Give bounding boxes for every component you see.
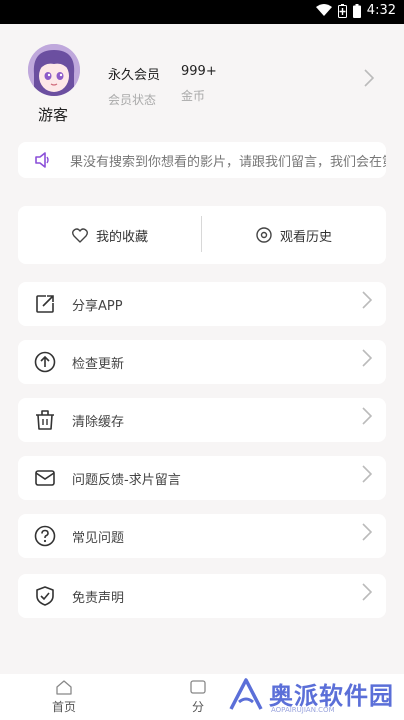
- shield-icon: [34, 585, 56, 607]
- notice-bar[interactable]: 果没有搜索到你想看的影片，请跟我们留言，我们会在第: [18, 142, 386, 178]
- menu-item-label: 常见问题: [72, 531, 125, 546]
- watermark-subtext: AOPAIRUJIAN.COM: [271, 706, 335, 714]
- home-icon: [56, 680, 72, 695]
- avatar[interactable]: [28, 44, 80, 96]
- favorites-button[interactable]: 我的收藏: [18, 206, 202, 264]
- membership-value: 永久会员: [108, 68, 161, 83]
- watermark: 奥派软件园 AOPAIRUJIAN.COM: [229, 676, 394, 714]
- history-button[interactable]: 观看历史: [202, 206, 386, 264]
- tab-category-label: 分: [191, 700, 204, 714]
- menu-item-check-update[interactable]: 检查更新: [18, 340, 386, 384]
- help-icon: [34, 525, 56, 547]
- chevron-right-icon: [362, 464, 373, 488]
- tab-home[interactable]: 首页: [52, 680, 76, 715]
- history-label: 观看历史: [279, 229, 332, 245]
- coins-stat: 999+ 金币: [181, 64, 217, 104]
- chevron-right-icon[interactable]: [364, 68, 375, 92]
- menu-item-feedback[interactable]: 问题反馈-求片留言: [18, 456, 386, 500]
- wifi-icon: [315, 4, 332, 16]
- menu-item-disclaimer[interactable]: 免责声明: [18, 574, 386, 618]
- trash-icon: [34, 409, 56, 431]
- speaker-icon: [34, 151, 52, 173]
- chevron-right-icon: [362, 582, 373, 606]
- menu-item-faq[interactable]: 常见问题: [18, 514, 386, 558]
- nickname: 游客: [38, 106, 69, 124]
- shortcut-panel: 我的收藏 观看历史: [18, 206, 386, 264]
- chevron-right-icon: [362, 290, 373, 314]
- history-icon: [256, 227, 272, 243]
- battery-saver-icon: [337, 3, 347, 18]
- menu-item-clear-cache[interactable]: 清除缓存: [18, 398, 386, 442]
- status-time: 4:32: [366, 3, 396, 18]
- menu-item-label: 问题反馈-求片留言: [72, 473, 181, 488]
- membership-stat: 永久会员 会员状态: [108, 64, 160, 108]
- chevron-right-icon: [362, 348, 373, 372]
- heart-icon: [72, 227, 88, 243]
- chevron-right-icon: [362, 522, 373, 546]
- profile-header[interactable]: 游客 永久会员 会员状态 999+ 金币: [0, 24, 404, 138]
- notice-text: 果没有搜索到你想看的影片，请跟我们留言，我们会在第: [70, 155, 386, 170]
- category-icon: [190, 680, 206, 694]
- menu-item-share[interactable]: 分享APP: [18, 282, 386, 326]
- tab-home-label: 首页: [52, 700, 77, 714]
- tab-category[interactable]: 分: [190, 680, 206, 715]
- battery-icon: [352, 3, 361, 18]
- coins-label: 金币: [181, 89, 206, 103]
- menu-item-label: 清除缓存: [72, 415, 125, 430]
- menu-item-label: 免责声明: [72, 591, 125, 606]
- favorites-label: 我的收藏: [95, 229, 148, 245]
- update-icon: [34, 351, 56, 373]
- chevron-right-icon: [362, 406, 373, 430]
- menu-item-label: 检查更新: [72, 357, 125, 372]
- mail-icon: [34, 467, 56, 489]
- membership-label: 会员状态: [108, 93, 157, 107]
- share-icon: [34, 293, 56, 315]
- menu-item-label: 分享APP: [72, 299, 123, 314]
- watermark-logo-icon: [229, 677, 263, 710]
- coins-value: 999+: [181, 64, 217, 79]
- status-icons: 4:32: [315, 3, 396, 18]
- status-bar: 4:32: [0, 0, 404, 24]
